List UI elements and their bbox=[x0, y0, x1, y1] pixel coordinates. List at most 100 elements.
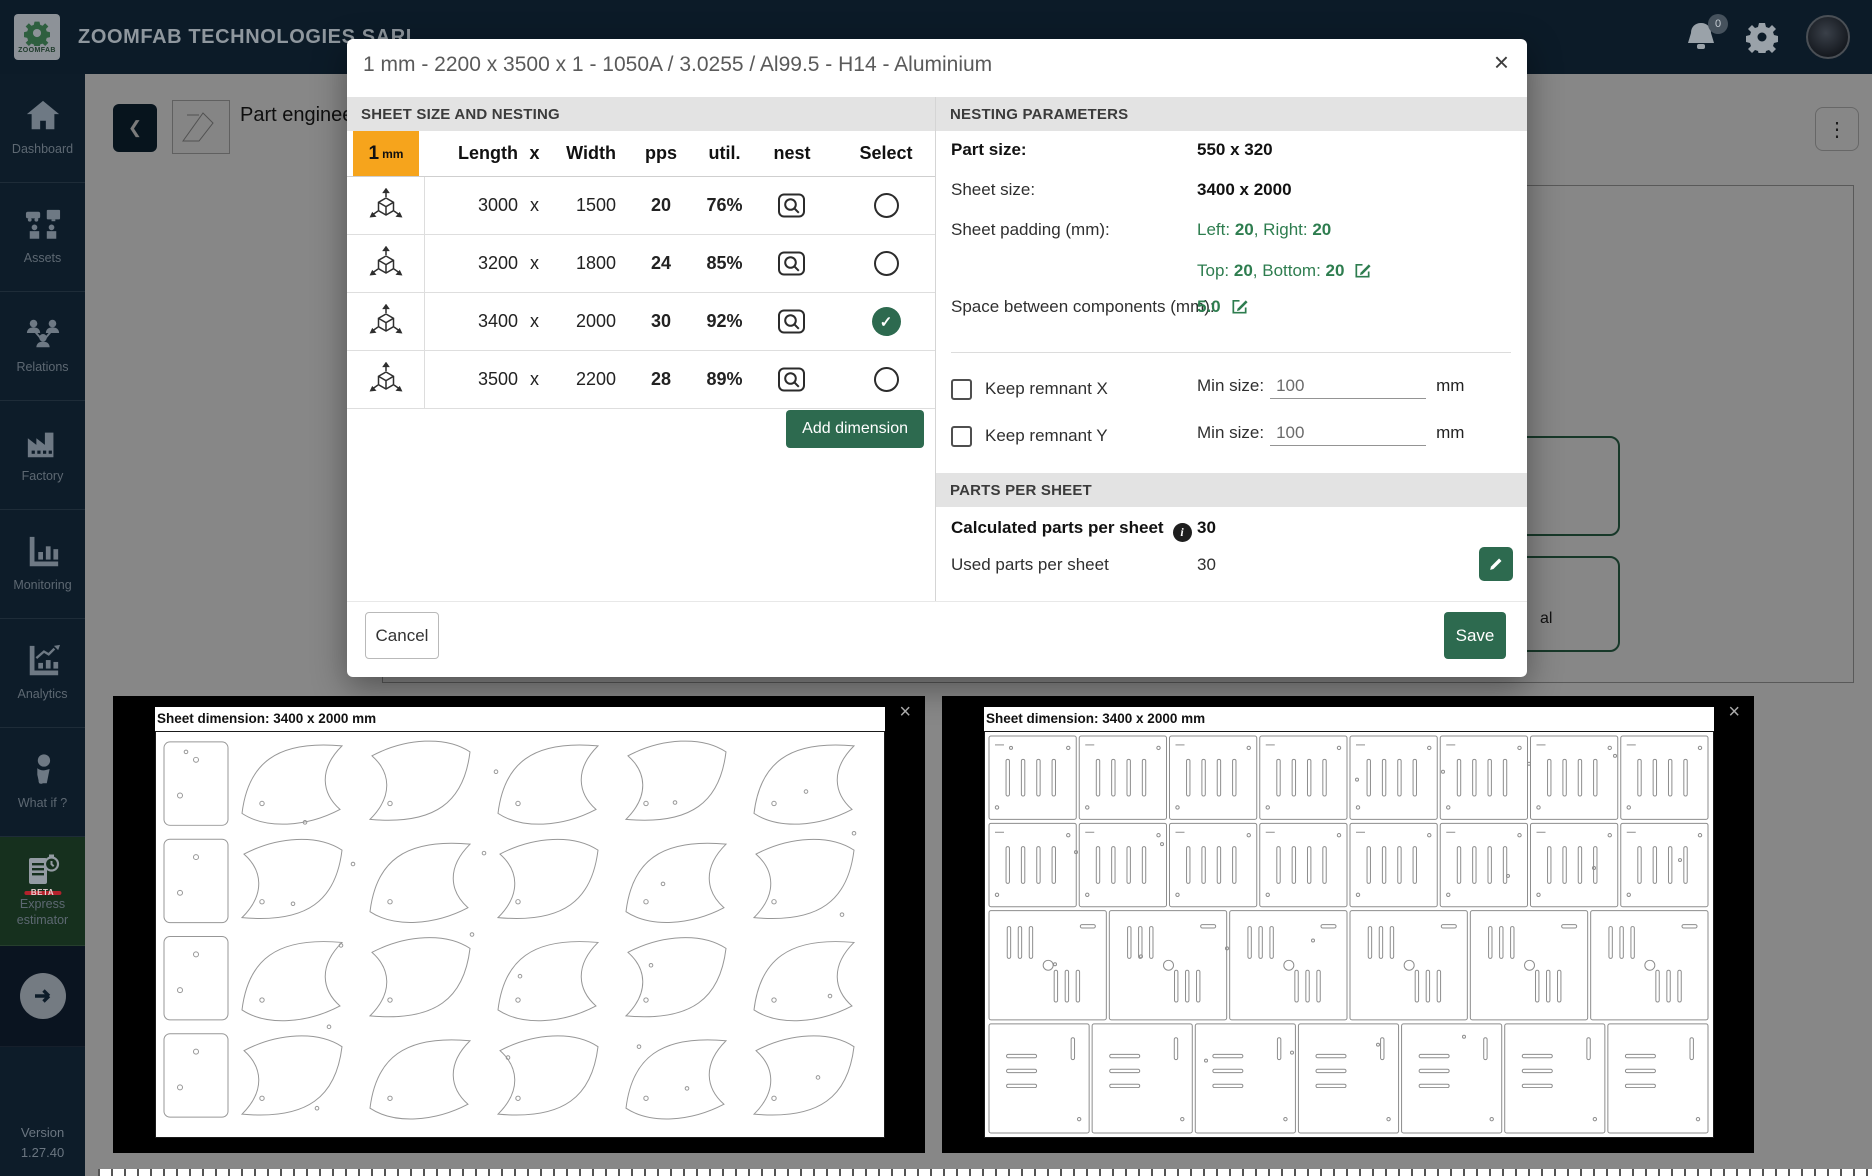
pps-value: 20 bbox=[620, 195, 702, 216]
trend-chart-icon bbox=[22, 643, 64, 679]
pps-value: 28 bbox=[620, 369, 702, 390]
min-size-y-group: Min size:mm bbox=[1197, 423, 1464, 446]
keep-remnant-y-checkbox[interactable] bbox=[951, 426, 972, 447]
sheet-size-section-header: SHEET SIZE AND NESTING bbox=[347, 97, 935, 131]
nest-preview-button[interactable] bbox=[777, 250, 807, 277]
sheet-nesting-modal: 1 mm - 2200 x 3500 x 1 - 1050A / 3.0255 … bbox=[347, 39, 1527, 677]
col-header-width: Width bbox=[547, 143, 620, 164]
x-separator: x bbox=[522, 311, 547, 332]
select-radio-selected[interactable]: ✓ bbox=[837, 307, 935, 336]
sidebar-label: What if ? bbox=[16, 796, 69, 812]
save-button[interactable]: Save bbox=[1444, 612, 1506, 659]
topbar-actions: 0 bbox=[1684, 0, 1850, 74]
modal-close-icon[interactable]: × bbox=[1494, 49, 1509, 75]
min-size-y-input[interactable] bbox=[1270, 423, 1426, 446]
sidebar-item-factory[interactable]: Factory bbox=[0, 401, 85, 510]
util-value: 85% bbox=[702, 253, 747, 274]
col-header-select: Select bbox=[837, 143, 935, 164]
sheet-row: 3200 x 1800 24 85% ✓ bbox=[347, 235, 935, 293]
logo-gear-icon bbox=[24, 20, 50, 46]
col-header-util: util. bbox=[702, 143, 747, 164]
nest-preview-button[interactable] bbox=[777, 192, 807, 219]
edit-spacing-icon[interactable] bbox=[1230, 301, 1249, 320]
info-icon[interactable]: i bbox=[1173, 523, 1192, 542]
preview-close-icon[interactable]: × bbox=[899, 702, 911, 722]
part-size-value: 550 x 320 bbox=[1197, 140, 1273, 160]
zoomfab-logo: ZOOMFAB bbox=[14, 14, 60, 60]
col-header-x: x bbox=[522, 143, 547, 164]
cancel-button[interactable]: Cancel bbox=[365, 612, 439, 659]
notifications-button[interactable]: 0 bbox=[1684, 20, 1718, 55]
sidebar-label: Express estimator bbox=[0, 897, 85, 928]
length-value: 3000 bbox=[425, 195, 522, 216]
nest-preview-button[interactable] bbox=[777, 366, 807, 393]
select-radio[interactable]: ✓ bbox=[837, 367, 935, 392]
sidebar-item-monitoring[interactable]: Monitoring bbox=[0, 510, 85, 619]
thickness-badge: 1 mm bbox=[353, 131, 419, 176]
expand-arrow-button[interactable] bbox=[20, 973, 66, 1019]
modal-title: 1 mm - 2200 x 3500 x 1 - 1050A / 3.0255 … bbox=[363, 53, 992, 77]
settings-button[interactable] bbox=[1746, 21, 1778, 53]
keep-remnant-x-checkbox[interactable] bbox=[951, 379, 972, 400]
sidebar-label: Assets bbox=[22, 251, 64, 267]
sidebar-item-relations[interactable]: Relations bbox=[0, 292, 85, 401]
sidebar-item-analytics[interactable]: Analytics bbox=[0, 619, 85, 728]
select-radio[interactable]: ✓ bbox=[837, 193, 935, 218]
table-header-row: 1 mm Length x Width pps util. nest Selec… bbox=[347, 131, 935, 177]
add-dimension-button[interactable]: Add dimension bbox=[786, 410, 924, 448]
used-parts-value: 30 bbox=[1197, 555, 1216, 575]
sidebar-label: Dashboard bbox=[10, 142, 75, 158]
bottom-tick-strip bbox=[98, 1169, 1872, 1176]
sidebar-collapse-block bbox=[0, 946, 85, 1047]
length-value: 3500 bbox=[425, 369, 522, 390]
nesting-preview-window-2: × Sheet dimension: 3400 x 2000 mm bbox=[942, 696, 1754, 1153]
version-label: Version bbox=[0, 1123, 85, 1143]
sheet-size-table: 1 mm Length x Width pps util. nest Selec… bbox=[347, 131, 935, 409]
edit-padding-icon[interactable] bbox=[1353, 265, 1372, 284]
calculated-parts-row: Calculated parts per sheeti 30 bbox=[951, 518, 1511, 542]
padding-lr-value: Left: 20, Right: 20 bbox=[1197, 220, 1331, 240]
sheet-row: 3400 x 2000 30 92% ✓ bbox=[347, 293, 935, 351]
user-avatar[interactable] bbox=[1806, 15, 1850, 59]
relations-people-icon bbox=[22, 316, 64, 352]
sidebar-item-express-estimator[interactable]: BETA Express estimator bbox=[0, 837, 85, 946]
sidebar: Dashboard Assets Relations bbox=[0, 74, 85, 1176]
magnifier-icon bbox=[777, 192, 807, 219]
beta-badge: BETA bbox=[24, 891, 61, 895]
nesting-preview-window-1: × Sheet dimension: 3400 x 2000 mm bbox=[113, 696, 925, 1153]
remnant-divider bbox=[951, 352, 1511, 353]
sheet-padding-row: Sheet padding (mm): Left: 20, Right: 20 bbox=[951, 220, 1511, 240]
x-separator: x bbox=[522, 369, 547, 390]
sidebar-item-what-if[interactable]: What if ? bbox=[0, 728, 85, 837]
min-size-x-input[interactable] bbox=[1270, 376, 1426, 399]
cube-3d-icon bbox=[347, 293, 425, 350]
sheet-row: 3500 x 2200 28 89% ✓ bbox=[347, 351, 935, 409]
select-radio[interactable]: ✓ bbox=[837, 251, 935, 276]
sidebar-item-assets[interactable]: Assets bbox=[0, 183, 85, 292]
used-parts-row: Used parts per sheet 30 bbox=[951, 555, 1511, 575]
pps-value: 24 bbox=[620, 253, 702, 274]
width-value: 2200 bbox=[547, 369, 620, 390]
util-value: 89% bbox=[702, 369, 747, 390]
sidebar-item-dashboard[interactable]: Dashboard bbox=[0, 74, 85, 183]
logo-text: ZOOMFAB bbox=[18, 47, 56, 54]
estimator-doc-clock-icon: BETA bbox=[23, 853, 63, 889]
util-value: 92% bbox=[702, 311, 747, 332]
magnifier-icon bbox=[777, 366, 807, 393]
width-value: 1500 bbox=[547, 195, 620, 216]
preview-close-icon[interactable]: × bbox=[1728, 702, 1740, 722]
home-icon bbox=[22, 98, 64, 134]
edit-used-parts-button[interactable] bbox=[1479, 547, 1513, 581]
magnifier-icon bbox=[777, 250, 807, 277]
thinking-person-icon bbox=[22, 752, 64, 788]
x-separator: x bbox=[522, 195, 547, 216]
nesting-layout-drawing bbox=[155, 731, 885, 1138]
sidebar-label: Monitoring bbox=[11, 578, 73, 594]
component-spacing-row: Space between components (mm): 5.0 bbox=[951, 297, 1511, 317]
nest-preview-button[interactable] bbox=[777, 308, 807, 335]
sidebar-label: Factory bbox=[20, 469, 66, 485]
keep-remnant-x-row: Keep remnant X Min size:mm bbox=[951, 376, 1511, 402]
width-value: 1800 bbox=[547, 253, 620, 274]
sidebar-label: Relations bbox=[14, 360, 70, 376]
factory-icon bbox=[22, 425, 64, 461]
